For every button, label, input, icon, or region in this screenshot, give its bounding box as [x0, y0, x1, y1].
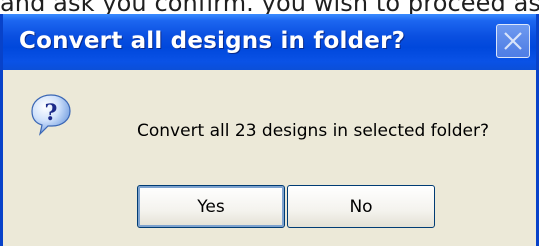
dialog-title: Convert all designs in folder?: [19, 28, 406, 54]
confirm-dialog: Convert all designs in folder? ? Convert…: [0, 14, 539, 246]
no-button-label: No: [349, 196, 373, 217]
close-button[interactable]: [496, 24, 530, 58]
dialog-titlebar[interactable]: Convert all designs in folder?: [3, 14, 536, 70]
yes-button[interactable]: Yes: [137, 185, 285, 228]
close-icon: [504, 32, 522, 50]
no-button[interactable]: No: [287, 185, 435, 228]
svg-text:?: ?: [45, 100, 58, 126]
yes-button-label: Yes: [197, 196, 225, 217]
dialog-message: Convert all 23 designs in selected folde…: [137, 121, 490, 141]
question-icon: ?: [31, 94, 71, 136]
